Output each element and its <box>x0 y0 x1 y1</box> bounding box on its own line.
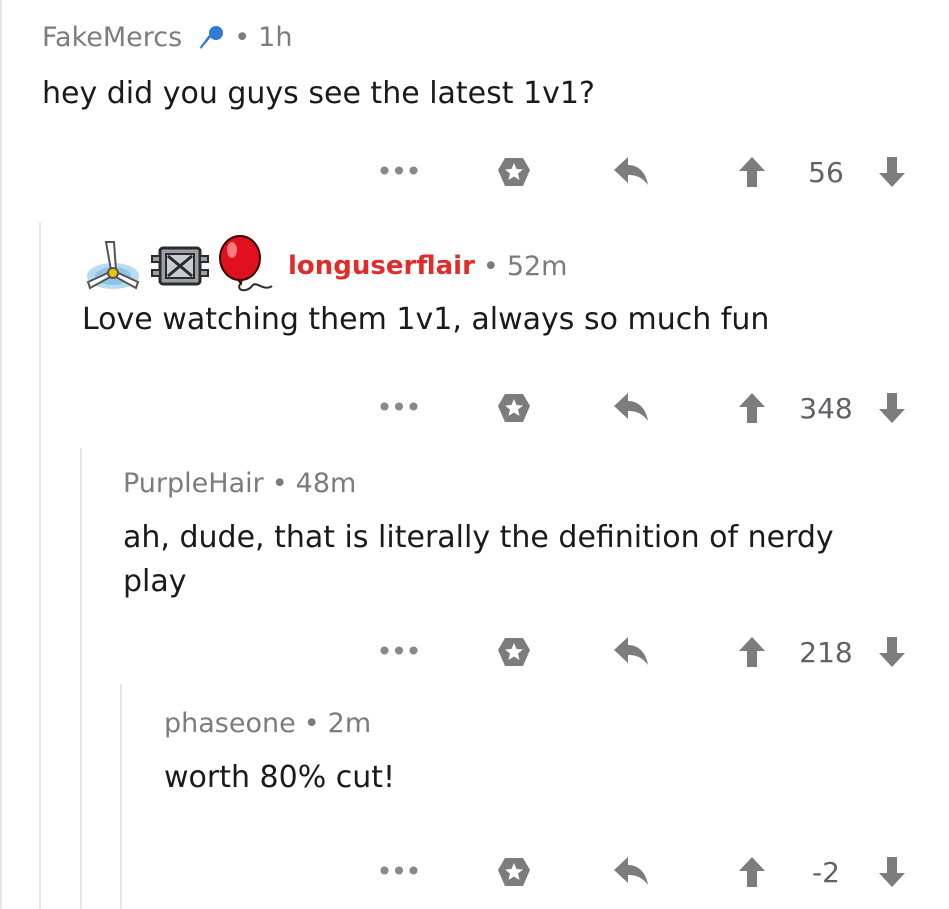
reply-button[interactable] <box>612 628 652 676</box>
upvote-arrow-icon <box>737 855 767 889</box>
more-options-button[interactable]: ••• <box>376 148 422 196</box>
upvote-button[interactable] <box>737 384 767 432</box>
separator-dot: • <box>303 708 320 739</box>
comment-body: hey did you guys see the latest 1v1? <box>42 76 595 111</box>
thread-rail-level-1[interactable] <box>39 222 41 909</box>
thread-rail-level-2[interactable] <box>80 448 82 909</box>
timestamp: 1h <box>258 22 293 53</box>
award-star-icon <box>496 634 532 670</box>
downvote-button[interactable] <box>877 848 907 896</box>
username[interactable]: phaseone <box>164 708 296 739</box>
upvote-arrow-icon <box>737 155 767 189</box>
more-options-button[interactable]: ••• <box>376 628 422 676</box>
more-options-button[interactable]: ••• <box>376 848 422 896</box>
username[interactable]: FakeMercs <box>42 22 182 53</box>
upvote-arrow-icon <box>737 391 767 425</box>
downvote-arrow-icon <box>877 155 907 189</box>
award-star-icon <box>496 854 532 890</box>
upvote-button[interactable] <box>737 628 767 676</box>
downvote-arrow-icon <box>877 855 907 889</box>
vote-score: -2 <box>812 855 840 889</box>
upvote-button[interactable] <box>737 848 767 896</box>
award-button[interactable] <box>496 848 532 896</box>
comment-body: worth 80% cut! <box>164 760 396 795</box>
timestamp: 48m <box>295 468 357 499</box>
balloon-icon <box>214 234 276 298</box>
award-button[interactable] <box>496 628 532 676</box>
downvote-arrow-icon <box>877 391 907 425</box>
silver-block-icon <box>150 244 210 288</box>
comment-body: ah, dude, that is literally the definiti… <box>123 520 834 599</box>
username[interactable]: longuserflair <box>288 251 475 281</box>
comment-meta: phaseone • 2m <box>164 708 371 739</box>
reply-arrow-icon <box>612 635 652 669</box>
more-options-button[interactable]: ••• <box>376 384 422 432</box>
reply-button[interactable] <box>612 384 652 432</box>
reply-button[interactable] <box>612 848 652 896</box>
separator-dot: • <box>482 250 499 282</box>
reply-arrow-icon <box>612 155 652 189</box>
downvote-arrow-icon <box>877 635 907 669</box>
reply-button[interactable] <box>612 148 652 196</box>
downvote-button[interactable] <box>877 628 907 676</box>
vote-score: 56 <box>808 155 844 189</box>
downvote-button[interactable] <box>877 148 907 196</box>
separator-dot: • <box>234 22 251 53</box>
propeller-icon <box>82 240 144 292</box>
vote-score: 218 <box>799 635 853 669</box>
award-button[interactable] <box>496 148 532 196</box>
timestamp: 52m <box>506 250 568 282</box>
username[interactable]: PurpleHair <box>123 468 264 499</box>
vote-score: 348 <box>799 391 853 425</box>
comment-meta: PurpleHair • 48m <box>123 468 356 499</box>
award-button[interactable] <box>496 384 532 432</box>
thread-rail-level-0[interactable] <box>0 0 2 909</box>
comment-meta: longuserflair • 52m <box>288 251 568 282</box>
comment-actions: ••• 348 <box>0 384 949 432</box>
separator-dot: • <box>271 468 288 499</box>
award-star-icon <box>496 154 532 190</box>
comment-actions: ••• 218 <box>0 628 949 676</box>
reply-arrow-icon <box>612 855 652 889</box>
comment-actions: ••• 56 <box>0 148 949 196</box>
upvote-arrow-icon <box>737 635 767 669</box>
microphone-icon <box>196 23 226 53</box>
award-star-icon <box>496 390 532 426</box>
comment-actions: ••• -2 <box>0 848 949 896</box>
comment-body: Love watching them 1v1, always so much f… <box>82 302 770 337</box>
reply-arrow-icon <box>612 391 652 425</box>
downvote-button[interactable] <box>877 384 907 432</box>
user-flair-row: longuserflair • 52m <box>82 234 568 298</box>
timestamp: 2m <box>327 708 372 739</box>
upvote-button[interactable] <box>737 148 767 196</box>
comment-meta: FakeMercs • 1h <box>42 22 292 53</box>
